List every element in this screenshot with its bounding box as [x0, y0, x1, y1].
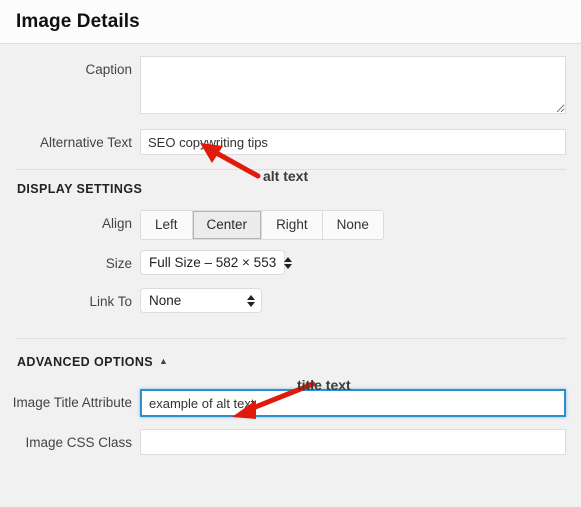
align-option-right[interactable]: Right: [262, 211, 323, 239]
image-css-class-label: Image CSS Class: [25, 435, 132, 450]
divider-top: [17, 169, 566, 170]
link-to-select[interactable]: None: [140, 288, 262, 313]
link-to-label: Link To: [89, 294, 132, 309]
align-option-center[interactable]: Center: [192, 211, 263, 239]
stepper-arrows-icon: [247, 294, 255, 307]
link-to-select-value: None: [149, 293, 182, 308]
size-select-value: Full Size – 582 × 553: [149, 255, 277, 270]
link-to-row: Link To None: [0, 288, 581, 316]
image-title-attribute-input[interactable]: [140, 389, 566, 417]
chevron-up-icon[interactable]: ▲: [159, 356, 168, 366]
size-row: Size Full Size – 582 × 553: [0, 250, 581, 278]
size-control: Full Size – 582 × 553: [140, 250, 581, 275]
caption-textarea[interactable]: [140, 56, 566, 114]
image-css-class-input[interactable]: [140, 429, 566, 455]
modal-body: Caption Alternative Text DISPLAY SETTING…: [0, 44, 581, 507]
modal-header: Image Details: [0, 0, 581, 44]
display-settings-heading: DISPLAY SETTINGS: [0, 182, 581, 196]
advanced-options-heading-label: ADVANCED OPTIONS: [17, 355, 154, 369]
image-title-attribute-control: [140, 389, 581, 417]
alt-text-row: Alternative Text: [0, 129, 581, 157]
align-option-left[interactable]: Left: [141, 211, 193, 239]
align-label: Align: [101, 216, 132, 231]
size-select[interactable]: Full Size – 582 × 553: [140, 250, 293, 275]
advanced-options-heading[interactable]: ADVANCED OPTIONS ▲: [0, 355, 581, 369]
caption-label: Caption: [85, 62, 132, 77]
alt-text-label: Alternative Text: [39, 135, 132, 150]
stepper-arrows-icon: [284, 256, 293, 269]
divider-advanced: [17, 338, 566, 339]
image-css-class-row: Image CSS Class: [0, 429, 581, 457]
size-label: Size: [105, 256, 132, 271]
align-row: Align Left Center Right None: [0, 210, 581, 240]
alt-text-control: [140, 129, 581, 155]
caption-row: Caption: [0, 56, 581, 119]
caption-control: [140, 56, 581, 119]
image-css-class-control: [140, 429, 581, 455]
page-title: Image Details: [16, 10, 140, 32]
alt-text-input[interactable]: [140, 129, 566, 155]
display-settings-heading-label: DISPLAY SETTINGS: [17, 182, 143, 196]
align-control: Left Center Right None: [140, 210, 581, 240]
align-button-group: Left Center Right None: [140, 210, 384, 240]
link-to-control: None: [140, 288, 581, 313]
image-title-attribute-label: Image Title Attribute: [12, 395, 132, 410]
image-title-attribute-row: Image Title Attribute: [0, 389, 581, 417]
align-option-none[interactable]: None: [322, 211, 383, 239]
